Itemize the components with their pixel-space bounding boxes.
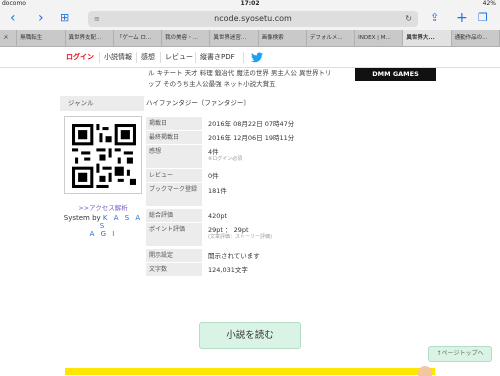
tabs-icon[interactable]: ❐ — [478, 11, 488, 25]
battery-level: 42% — [482, 0, 496, 7]
access-analysis-link[interactable]: >>アクセス解析 — [60, 202, 146, 212]
row-label: ブックマーク登録 — [146, 183, 202, 206]
twitter-icon[interactable] — [251, 52, 263, 63]
table-row: 開示設定 開示されています — [146, 249, 346, 263]
browser-tab[interactable]: INDEX | M... — [355, 30, 404, 46]
reload-icon[interactable]: ↻ — [405, 11, 412, 27]
page-top-button[interactable]: ↑ページトップへ — [428, 346, 492, 362]
browser-tab[interactable]: 通勤作品の... — [452, 30, 500, 46]
row-label: 最終掲載日 — [146, 131, 202, 144]
row-label: ポイント評価 — [146, 223, 202, 246]
browser-tab-active[interactable]: 異世界大... — [403, 30, 452, 46]
row-label: 総合評価 — [146, 209, 202, 222]
browser-tab[interactable]: デフォルメ... — [307, 30, 356, 46]
browser-toolbar: ‹ › ⊞ ≡ ncode.syosetu.com ↻ ⇪ + ❐ — [0, 8, 500, 30]
url-text: ncode.syosetu.com — [214, 14, 292, 23]
novel-info-table: 掲載日 2016年 08月22日 07時47分 最終掲載日 2016年 12月0… — [146, 117, 346, 277]
forward-icon[interactable]: › — [38, 11, 44, 25]
login-link[interactable]: ログイン — [66, 52, 94, 62]
table-row: ポイント評価 29pt ： 29pt (文章評価：ストーリー評価) — [146, 223, 346, 247]
browser-tab[interactable]: メ — [0, 30, 18, 46]
keywords-text: ル キチート 天才 料理 鍛冶代 魔法の世界 男主人公 異世界トリップ そのうち… — [148, 69, 332, 88]
yellow-banner[interactable] — [65, 366, 435, 376]
row-label: 感想 — [146, 145, 202, 168]
row-value: 420pt — [208, 212, 228, 220]
row-label: 掲載日 — [146, 117, 202, 130]
table-row: 文字数 124,031文字 — [146, 263, 346, 277]
nav-divider — [160, 52, 161, 63]
table-row: 総合評価 420pt — [146, 209, 346, 223]
browser-tab[interactable]: 異世界支配... — [66, 30, 114, 46]
table-row: レビュー 0件 — [146, 169, 346, 183]
system-by-text: System by — [63, 214, 101, 222]
new-tab-icon[interactable]: + — [456, 11, 468, 25]
kasasagi-credit: System by K A S A S A G I — [60, 214, 146, 238]
nav-divider — [136, 52, 137, 63]
row-value: 0件 — [208, 172, 219, 180]
browser-tab[interactable]: 「ゲーム ロ... — [114, 30, 163, 46]
row-value-group: 29pt ： 29pt (文章評価：ストーリー評価) — [202, 223, 272, 246]
review-link[interactable]: レビュー — [165, 52, 193, 62]
nav-divider — [243, 52, 244, 63]
reader-icon[interactable]: ≡ — [94, 11, 100, 27]
tab-strip: メ 無職転生 異世界支配... 「ゲーム ロ... 我の美容・... 異世界迷宮… — [0, 30, 500, 47]
share-icon[interactable]: ⇪ — [430, 11, 439, 25]
row-label: 文字数 — [146, 263, 202, 276]
browser-tab[interactable]: 我の美容・... — [162, 30, 211, 46]
browser-tab[interactable]: 画像検索 — [259, 30, 307, 46]
genre-label: ジャンル — [60, 96, 144, 111]
row-label: レビュー — [146, 169, 202, 182]
row-value: 29pt ： 29pt — [208, 226, 249, 234]
qr-code — [64, 116, 142, 194]
kasasagi-link-2[interactable]: A G I — [90, 230, 117, 238]
row-value: 2016年 08月22日 07時47分 — [208, 120, 295, 128]
status-bar: docomo 17:02 42% — [0, 0, 500, 8]
genre-value: ハイファンタジー〔ファンタジー〕 — [146, 99, 250, 107]
row-value: 2016年 12月06日 19時11分 — [208, 134, 295, 142]
clock: 17:02 — [240, 0, 260, 7]
novel-info-link[interactable]: 小説情報 — [104, 52, 132, 62]
row-value: 124,031文字 — [208, 266, 248, 274]
back-icon[interactable]: ‹ — [10, 11, 16, 25]
table-row: 最終掲載日 2016年 12月06日 19時11分 — [146, 131, 346, 145]
rating-breakdown-note: (文章評価：ストーリー評価) — [208, 234, 272, 240]
row-value: 開示されています — [208, 252, 260, 260]
vertical-pdf-link[interactable]: 縦書きPDF — [200, 52, 235, 62]
row-label: 開示設定 — [146, 249, 202, 262]
qr-code-icon — [72, 124, 136, 188]
table-row: ブックマーク登録 181件 — [146, 183, 346, 207]
novel-info-page: ル キチート 天才 料理 鍛冶代 魔法の世界 男主人公 異世界トリップ そのうち… — [0, 68, 500, 376]
row-value: 181件 — [208, 187, 227, 195]
kasasagi-link[interactable]: K A S A S — [100, 214, 142, 230]
read-novel-button[interactable]: 小説を読む — [199, 322, 301, 349]
nav-divider — [99, 52, 100, 63]
table-row: 感想 4件 ※ログイン必須 — [146, 145, 346, 169]
nav-divider — [195, 52, 196, 63]
table-row: 掲載日 2016年 08月22日 07時47分 — [146, 117, 346, 131]
row-value-group: 4件 ※ログイン必須 — [202, 145, 242, 168]
address-bar[interactable]: ≡ ncode.syosetu.com ↻ — [88, 11, 418, 27]
dmm-games-ad[interactable]: DMM GAMES — [355, 68, 436, 81]
browser-tab[interactable]: 無職転生 — [17, 30, 66, 46]
row-value: 4件 — [208, 148, 219, 156]
impressions-link[interactable]: 感想 — [141, 52, 155, 62]
browser-tab[interactable]: 異世界迷宮... — [210, 30, 259, 46]
bookmarks-icon[interactable]: ⊞ — [60, 11, 69, 25]
site-nav: ログイン 小説情報 感想 レビュー 縦書きPDF — [0, 48, 500, 68]
login-required-note: ※ログイン必須 — [208, 156, 243, 162]
